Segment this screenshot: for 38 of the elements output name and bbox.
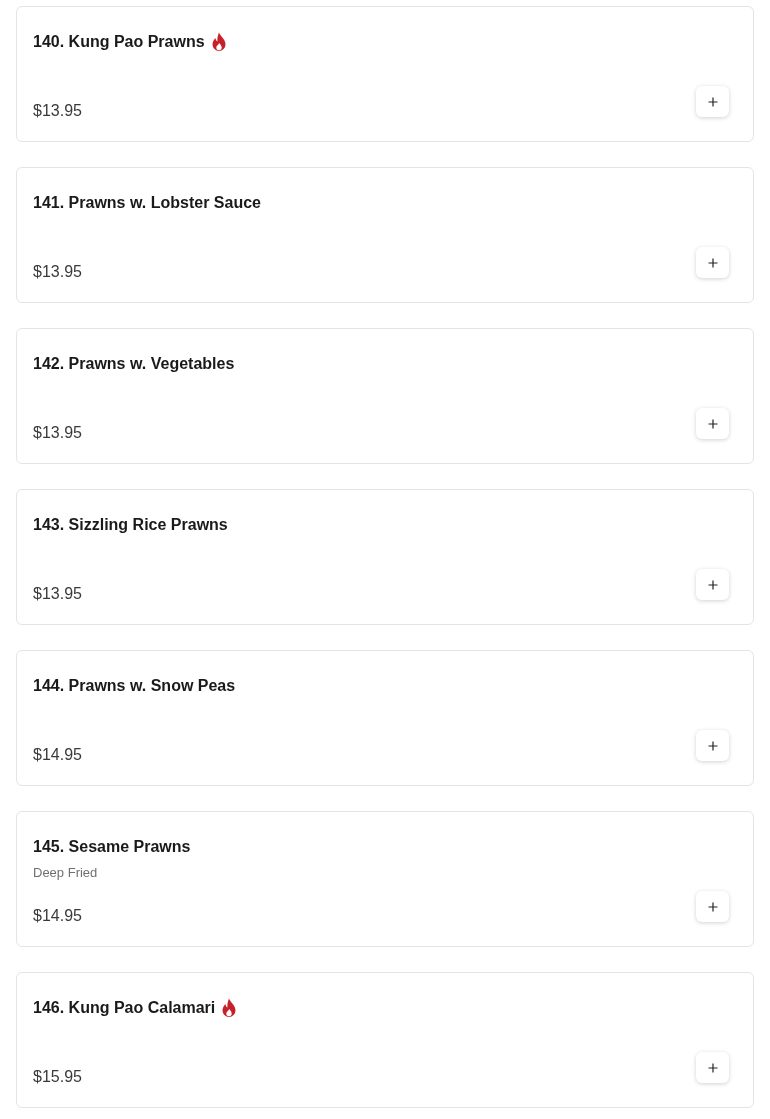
add-button[interactable]	[696, 730, 729, 761]
plus-icon	[707, 418, 718, 429]
add-button[interactable]	[696, 569, 729, 600]
flame-icon	[210, 32, 227, 52]
plus-icon	[707, 1062, 718, 1073]
item-title: 142. Prawns w. Vegetables	[33, 355, 235, 373]
item-title: 146. Kung Pao Calamari	[33, 999, 216, 1017]
item-title: 143. Sizzling Rice Prawns	[33, 516, 228, 534]
item-title: 145. Sesame Prawns	[33, 838, 191, 856]
item-price: $14.95	[33, 906, 82, 925]
add-button[interactable]	[696, 86, 729, 117]
add-button[interactable]	[696, 247, 729, 278]
menu-item-card[interactable]: 146. Kung Pao Calamari $15.95	[16, 972, 754, 1108]
item-title: 141. Prawns w. Lobster Sauce	[33, 194, 261, 212]
menu-item-card[interactable]: 144. Prawns w. Snow Peas $14.95	[16, 650, 754, 786]
item-title: 140. Kung Pao Prawns	[33, 33, 205, 51]
menu-item-card[interactable]: 143. Sizzling Rice Prawns $13.95	[16, 489, 754, 625]
flame-icon	[221, 998, 238, 1018]
plus-icon	[707, 740, 718, 751]
item-price: $15.95	[33, 1067, 82, 1086]
plus-icon	[707, 96, 718, 107]
plus-icon	[707, 579, 718, 590]
menu-item-card[interactable]: 145. Sesame Prawns Deep Fried $14.95	[16, 811, 754, 947]
menu-item-card[interactable]: 140. Kung Pao Prawns $13.95	[16, 6, 754, 142]
item-description: Deep Fried	[33, 865, 99, 880]
add-button[interactable]	[696, 1052, 729, 1083]
item-price: $14.95	[33, 745, 82, 764]
plus-icon	[707, 257, 718, 268]
menu-item-card[interactable]: 142. Prawns w. Vegetables $13.95	[16, 328, 754, 464]
item-price: $13.95	[33, 101, 82, 120]
item-price: $13.95	[33, 423, 82, 442]
item-title: 144. Prawns w. Snow Peas	[33, 677, 236, 695]
item-price: $13.95	[33, 262, 82, 281]
menu-item-card[interactable]: 141. Prawns w. Lobster Sauce $13.95	[16, 167, 754, 303]
add-button[interactable]	[696, 891, 729, 922]
item-price: $13.95	[33, 584, 82, 603]
add-button[interactable]	[696, 408, 729, 439]
plus-icon	[707, 901, 718, 912]
